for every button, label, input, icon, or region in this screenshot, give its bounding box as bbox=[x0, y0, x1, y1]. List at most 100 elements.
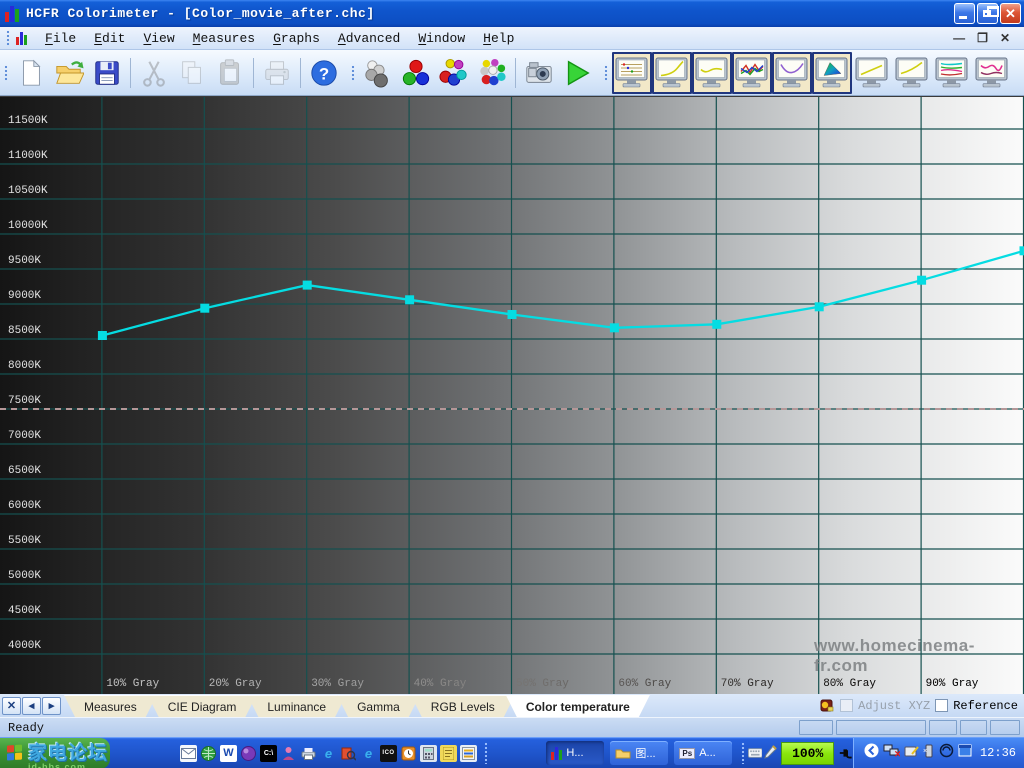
temperature-view-icon bbox=[775, 57, 808, 87]
colorchecker-view-button[interactable] bbox=[972, 52, 1012, 94]
document-icon[interactable] bbox=[16, 31, 30, 45]
menu-help[interactable]: Help bbox=[474, 29, 523, 48]
tab-prev-button[interactable]: ◂ bbox=[22, 696, 41, 715]
sensor-icon bbox=[820, 699, 834, 712]
tab-luminance[interactable]: Luminance bbox=[247, 695, 346, 717]
quick-launch-user-icon[interactable] bbox=[280, 745, 297, 762]
chart-canvas bbox=[0, 97, 1024, 695]
zoom-level-button[interactable]: 100% bbox=[780, 741, 835, 765]
x-axis-label-40pct: 40% Gray bbox=[413, 678, 467, 690]
quick-launch-printer-icon[interactable] bbox=[300, 745, 317, 762]
taskbar-button-hcfr[interactable]: H... bbox=[546, 741, 605, 765]
tab-next-button[interactable]: ▸ bbox=[42, 696, 61, 715]
tab-close-button[interactable]: ✕ bbox=[2, 696, 21, 715]
x-axis-label-70pct: 70% Gray bbox=[720, 678, 774, 690]
y-axis-label-4000: 4000K bbox=[8, 640, 42, 652]
toolbar-grip-2 bbox=[351, 64, 355, 81]
gamma-view-button[interactable] bbox=[652, 51, 692, 94]
nearblack-view-button[interactable] bbox=[852, 52, 892, 94]
restore-button[interactable] bbox=[977, 3, 999, 24]
secondaries-measure-icon bbox=[439, 58, 467, 86]
tab-color-temperature[interactable]: Color temperature bbox=[506, 695, 650, 717]
quick-launch-word-icon[interactable]: W bbox=[220, 744, 237, 762]
menu-view[interactable]: View bbox=[134, 29, 183, 48]
taskbar-button-folder[interactable]: 图... bbox=[610, 741, 669, 765]
quick-launch-media-icon[interactable] bbox=[460, 744, 477, 762]
copy-icon bbox=[182, 60, 201, 84]
child-close-button[interactable]: ✕ bbox=[1000, 31, 1010, 45]
primaries-measure-button[interactable] bbox=[397, 53, 435, 93]
temperature-series-line bbox=[102, 249, 1024, 337]
tray-window-icon[interactable] bbox=[958, 744, 972, 762]
status-pane-5 bbox=[990, 720, 1020, 735]
new-button[interactable] bbox=[12, 53, 50, 93]
save-button[interactable] bbox=[88, 53, 126, 93]
menu-graphs[interactable]: Graphs bbox=[264, 29, 329, 48]
y-axis-label-7000: 7000K bbox=[8, 430, 42, 442]
quick-launch-clock-icon[interactable] bbox=[400, 745, 417, 762]
quick-launch-cmd-icon[interactable]: C:\ bbox=[260, 744, 277, 762]
grayscale-measure-button[interactable] bbox=[359, 53, 397, 93]
quick-launch-notes-icon[interactable] bbox=[440, 744, 457, 762]
keyboard-icon[interactable] bbox=[747, 745, 763, 762]
tray-network-x-icon[interactable]: ✕ bbox=[883, 744, 902, 763]
nearwhite-view-button[interactable] bbox=[892, 52, 932, 94]
temperature-chart: 4000K 4500K 5000K 5500K 6000K 6500K 7000K 7500K… bbox=[0, 96, 1024, 695]
menu-measures[interactable]: Measures bbox=[184, 29, 264, 48]
tray-tablet-pen-icon[interactable] bbox=[904, 744, 919, 763]
open-button[interactable] bbox=[50, 53, 88, 93]
start-button[interactable]: 家电论坛 jd-bbs.com bbox=[0, 737, 110, 768]
capture-button[interactable] bbox=[520, 53, 558, 93]
tray-device-x-icon[interactable]: × bbox=[923, 744, 935, 763]
print-button bbox=[258, 53, 296, 93]
rgb-levels-view-button[interactable] bbox=[732, 51, 772, 94]
child-minimize-button[interactable]: — bbox=[953, 31, 965, 45]
saturation-view-button[interactable] bbox=[932, 52, 972, 94]
cut-button bbox=[135, 53, 173, 93]
quick-launch-ico-icon[interactable]: ICO bbox=[380, 744, 397, 762]
quick-launch-search-icon[interactable] bbox=[340, 745, 357, 762]
menu-window[interactable]: Window bbox=[409, 29, 474, 48]
data-point-60pct bbox=[609, 323, 619, 333]
child-restore-button[interactable]: ❐ bbox=[977, 31, 988, 45]
menu-advanced[interactable]: Advanced bbox=[329, 29, 409, 48]
pen-icon[interactable] bbox=[762, 745, 777, 762]
y-axis-label-9500: 9500K bbox=[8, 255, 42, 267]
quick-launch-ie2-icon[interactable]: e bbox=[360, 745, 377, 762]
toolbar-separator bbox=[130, 57, 131, 88]
run-icon bbox=[567, 60, 590, 85]
plug-icon[interactable] bbox=[838, 745, 853, 762]
tab-gamma[interactable]: Gamma bbox=[337, 695, 420, 717]
luminance-view-button[interactable] bbox=[692, 51, 732, 94]
cut-icon bbox=[143, 60, 165, 87]
measures-view-button[interactable] bbox=[612, 51, 652, 94]
tab-rgb-levels[interactable]: RGB Levels bbox=[411, 695, 515, 717]
reference-checkbox[interactable] bbox=[935, 699, 949, 712]
tray-sync-icon[interactable] bbox=[939, 743, 954, 763]
quick-launch-globe-icon[interactable] bbox=[200, 745, 217, 762]
taskbar-button-ps[interactable]: Ps A... bbox=[674, 741, 733, 765]
tab-cie-diagram[interactable]: CIE Diagram bbox=[148, 695, 257, 717]
status-bar: Ready bbox=[0, 717, 1024, 737]
quick-launch-mail-icon[interactable] bbox=[180, 744, 197, 762]
menu-file[interactable]: File bbox=[36, 29, 85, 48]
quick-launch-ie-icon[interactable]: e bbox=[320, 745, 337, 762]
close-button[interactable]: ✕ bbox=[1000, 3, 1021, 24]
full-measure-button[interactable] bbox=[473, 53, 511, 93]
help-button[interactable]: ? bbox=[305, 53, 343, 93]
svg-text:×: × bbox=[923, 748, 927, 755]
adjust-xyz-checkbox[interactable] bbox=[840, 699, 854, 712]
quick-launch-calc-icon[interactable] bbox=[420, 744, 437, 762]
toolbar-grip-1 bbox=[4, 64, 8, 81]
tray-chevron-icon[interactable] bbox=[864, 743, 879, 763]
tab-measures[interactable]: Measures bbox=[64, 695, 157, 717]
minimize-button[interactable] bbox=[954, 3, 975, 24]
menu-edit[interactable]: Edit bbox=[85, 29, 134, 48]
run-button[interactable] bbox=[558, 53, 596, 93]
quick-launch-msn-icon[interactable] bbox=[240, 745, 257, 762]
cie-view-button[interactable] bbox=[812, 51, 852, 94]
secondaries-measure-button[interactable] bbox=[435, 53, 473, 93]
x-axis-label-60pct: 60% Gray bbox=[618, 678, 672, 690]
temperature-view-button[interactable] bbox=[772, 51, 812, 94]
colorchecker-view-icon bbox=[975, 57, 1008, 87]
